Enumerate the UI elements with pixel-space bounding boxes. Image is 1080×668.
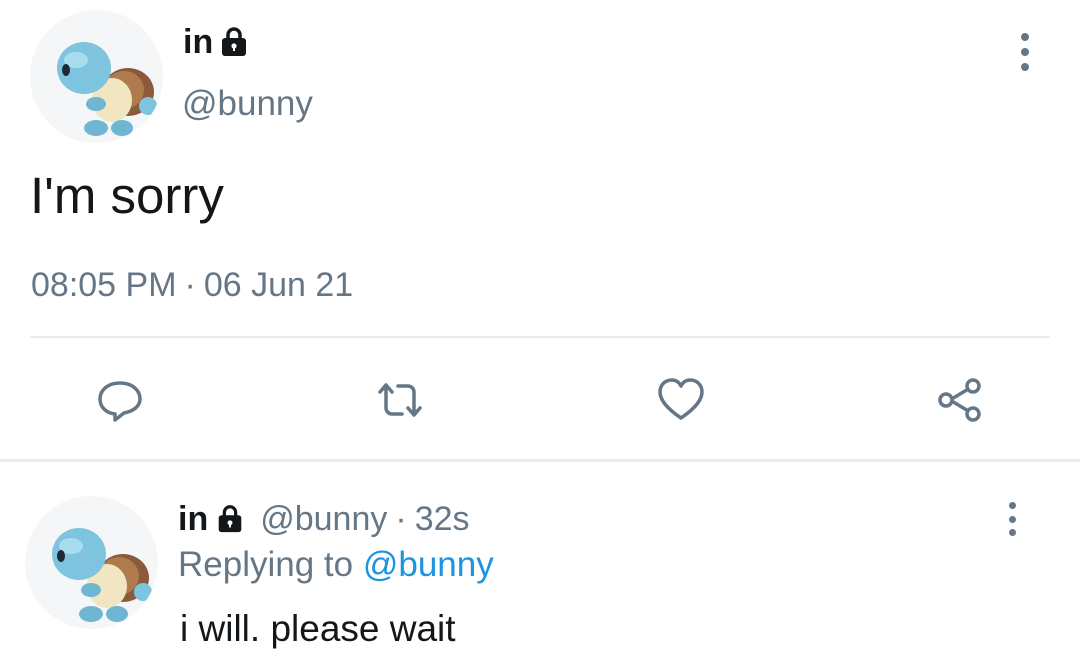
reply-button[interactable] [90,370,150,430]
reply-icon [98,381,142,422]
tweet-time: 08:05 PM [31,266,177,304]
turtle-avatar-illustration [57,42,157,136]
heart-icon [658,378,704,420]
reply-handle: @bunny [260,500,388,538]
share-button[interactable] [930,370,990,430]
reply-author-line[interactable]: in @bunny · 32s [178,498,470,540]
divider [30,336,1050,338]
tweet-text: I'm sorry [30,167,224,224]
display-name: in [183,23,214,61]
replying-to: Replying to @bunny [178,543,494,587]
author-name[interactable]: in [183,22,251,62]
avatar[interactable] [30,10,163,143]
tweet-date: 06 Jun 21 [203,266,354,304]
divider [0,459,1080,462]
meta-separator: · [184,266,196,304]
tweet-action-bar [0,370,1080,430]
turtle-avatar-illustration [52,528,152,622]
tweet-timestamp: 08:05 PM · 06 Jun 21 [31,264,353,306]
tweet-detail-screen: in @bunny I'm sorry 08:05 PM·06 Jun 21 [0,0,1080,668]
author-handle[interactable]: @bunny [182,83,313,125]
meta-separator: · [395,500,407,538]
replying-to-label: Replying to [178,545,354,584]
reply-text: i will. please wait [180,608,456,649]
more-options-icon[interactable] [1015,33,1035,71]
like-button[interactable] [651,370,711,430]
lock-icon [222,27,247,56]
lock-icon [218,505,242,533]
retweet-button[interactable] [370,370,430,430]
reply-age: 32s [414,500,470,538]
reply-avatar[interactable] [25,496,158,629]
share-icon [938,378,981,422]
retweet-icon [378,383,422,417]
replying-to-handle-link[interactable]: @bunny [363,545,494,584]
reply-more-options-icon[interactable] [1002,502,1022,536]
reply-display-name: in [178,500,209,538]
